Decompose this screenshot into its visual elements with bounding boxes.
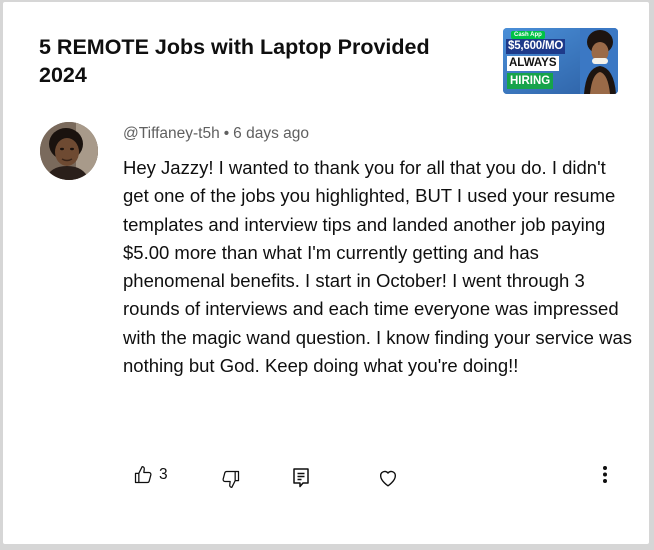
avatar[interactable] [40, 122, 98, 180]
meta-separator: • [223, 125, 230, 142]
reply-icon [293, 468, 309, 488]
thumbnail-always: ALWAYS [507, 56, 559, 71]
video-thumbnail[interactable]: Cash App $5,600/MO ALWAYS HIRING [503, 28, 618, 94]
comment-text: Hey Jazzy! I wanted to thank you for all… [123, 157, 633, 377]
dislike-button[interactable] [221, 466, 241, 492]
more-options-button[interactable] [595, 463, 615, 487]
thumbnail-cash-badge: Cash App [511, 31, 545, 39]
comment-author[interactable]: @Tiffaney-t5h [123, 125, 220, 142]
more-vertical-icon [603, 466, 607, 483]
heart-icon [379, 470, 397, 487]
like-button[interactable]: 3 [133, 462, 168, 488]
reply-button[interactable] [291, 465, 311, 491]
thumbs-down-icon [222, 470, 240, 488]
thumbnail-salary: $5,600/MO [506, 39, 566, 54]
comment-meta: @Tiffaney-t5h • 6 days ago [123, 124, 309, 144]
video-title[interactable]: 5 REMOTE Jobs with Laptop Provided 2024 [39, 33, 479, 89]
avatar-image [40, 122, 98, 180]
like-count: 3 [159, 466, 168, 483]
heart-button[interactable] [377, 465, 399, 491]
thumbnail-person [580, 28, 618, 94]
comment-card: 5 REMOTE Jobs with Laptop Provided 2024 … [3, 2, 649, 544]
thumbnail-hiring: HIRING [507, 73, 554, 89]
thumbs-up-icon [134, 466, 152, 484]
comment-time[interactable]: 6 days ago [233, 125, 309, 142]
